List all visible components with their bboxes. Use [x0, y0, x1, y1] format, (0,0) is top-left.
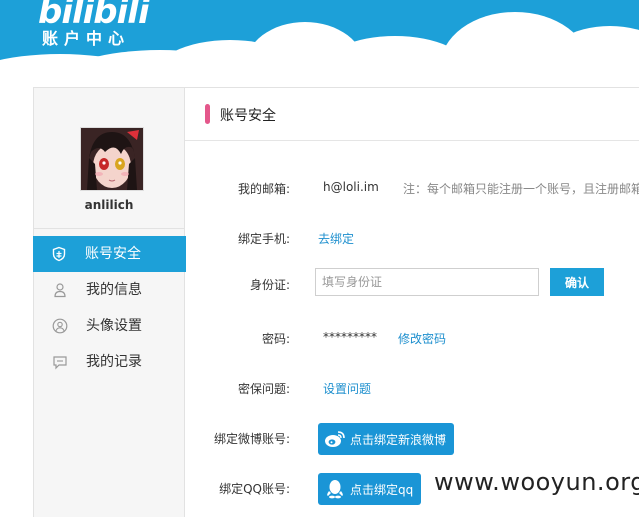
content-header: 账号安全 [185, 88, 639, 141]
person-icon [54, 283, 66, 298]
confirm-button[interactable]: 确认 [550, 268, 604, 296]
security-question-row: 密保问题: 设置问题 [185, 374, 639, 404]
top-banner: bilibili 账户中心 [0, 0, 639, 64]
bind-qq-label: 点击绑定qq [350, 482, 414, 497]
password-row: 密码: ********* 修改密码 [185, 324, 639, 354]
phone-row: 绑定手机: 去绑定 [185, 224, 639, 254]
page-title: 账号安全 [220, 108, 276, 124]
weibo-row: 绑定微博账号: 点击绑定新浪微博 [185, 423, 639, 455]
weibo-icon [325, 431, 345, 447]
bilibili-logo[interactable]: bilibili 账户中心 [38, 0, 150, 48]
username: anlilich [84, 198, 134, 212]
sidebar-item-label: 我的信息 [86, 282, 142, 298]
change-password-link[interactable]: 修改密码 [398, 330, 446, 347]
email-value: h@loli.im [323, 180, 379, 194]
logo-text: bilibili [38, 0, 150, 32]
id-card-input[interactable] [315, 268, 539, 296]
sidebar-item-my-records[interactable]: 我的记录 [34, 344, 186, 380]
qq-penguin-icon [327, 480, 343, 499]
phone-label: 绑定手机: [237, 232, 290, 246]
id-card-row: 身份证: 确认 [185, 268, 639, 298]
sidebar-item-my-info[interactable]: 我的信息 [34, 272, 186, 308]
avatar-circle-icon [52, 318, 68, 334]
main-content: 账号安全 我的邮箱: h@loli.im 注：每个邮箱只能注册一个账号，且注册邮… [185, 87, 639, 517]
security-question-label: 密保问题: [237, 382, 290, 396]
watermark: www.wooyun.org [434, 468, 639, 496]
sidebar-item-avatar-settings[interactable]: 头像设置 [34, 308, 186, 344]
sidebar-item-account-security[interactable]: 账号安全 [33, 236, 186, 272]
qq-label: 绑定QQ账号: [219, 482, 290, 496]
email-row: 我的邮箱: h@loli.im 注：每个邮箱只能注册一个账号，且注册邮箱 [185, 174, 639, 204]
avatar-image [81, 128, 143, 190]
sidebar-item-label: 账号安全 [85, 246, 141, 262]
email-label: 我的邮箱: [237, 182, 290, 196]
sidebar-item-label: 我的记录 [86, 354, 142, 370]
bind-phone-link[interactable]: 去绑定 [318, 230, 354, 247]
logo-subtitle: 账户中心 [42, 29, 131, 48]
email-note: 注：每个邮箱只能注册一个账号，且注册邮箱 [403, 182, 639, 196]
bind-qq-button[interactable]: 点击绑定qq [318, 473, 422, 505]
chat-bubble-icon [53, 356, 67, 370]
weibo-label: 绑定微博账号: [213, 432, 290, 446]
sidebar-menu: 账号安全 我的信息 头像设置 我的记录 [33, 236, 186, 380]
avatar[interactable] [80, 127, 144, 191]
password-label: 密码: [261, 332, 290, 346]
set-question-link[interactable]: 设置问题 [323, 380, 371, 397]
title-accent-bar [205, 104, 210, 124]
id-card-label: 身份证: [249, 278, 290, 292]
bind-weibo-label: 点击绑定新浪微博 [350, 432, 447, 447]
bind-weibo-button[interactable]: 点击绑定新浪微博 [318, 423, 455, 455]
divider [34, 228, 184, 229]
sidebar: anlilich 账号安全 我的信息 头像设置 我的记录 [33, 87, 186, 517]
sidebar-item-label: 头像设置 [86, 318, 142, 334]
password-value: ********* [323, 330, 377, 344]
shield-icon [52, 246, 66, 262]
